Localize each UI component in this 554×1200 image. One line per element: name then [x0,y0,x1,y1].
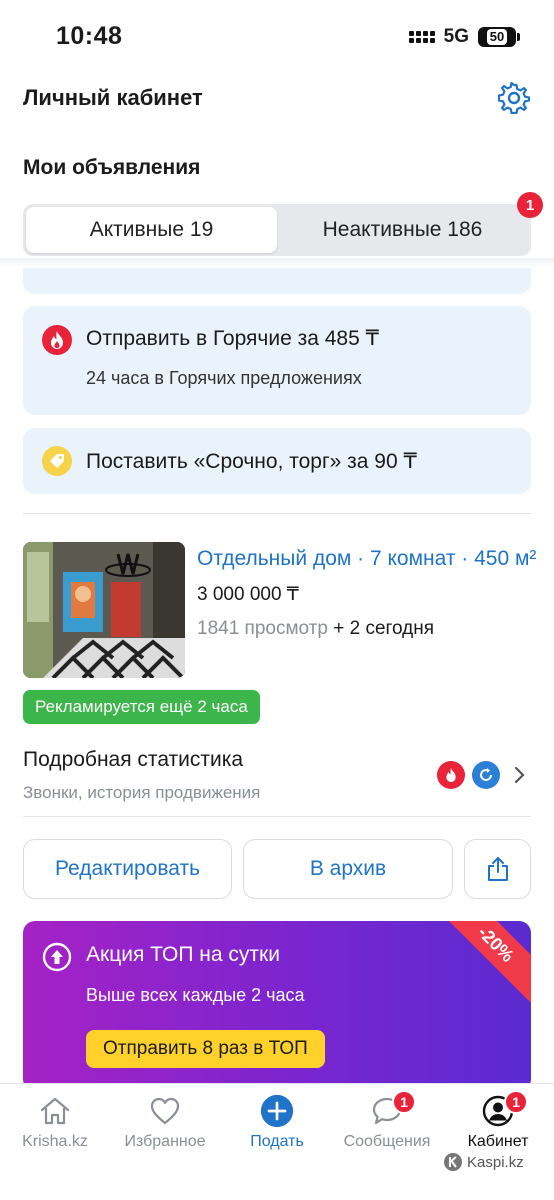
tab-inactive-badge: 1 [517,192,543,218]
tab-messages-badge: 1 [392,1090,416,1114]
views-today: + 2 сегодня [333,618,435,639]
signal-icon [408,31,435,43]
tab-cabinet-label: Кабинет [467,1133,529,1150]
tab-messages[interactable]: 1 Сообщения [332,1084,442,1164]
tab-active[interactable]: Активные 19 [26,207,277,253]
watermark-text: Kaspi.kz [467,1153,524,1171]
arrow-up-icon [42,942,72,972]
network-label: 5G [443,26,469,47]
status-bar: 10:48 5G 50 [0,0,554,70]
status-time: 10:48 [56,22,123,50]
top-banner-title: Акция ТОП на сутки [86,943,280,966]
home-icon [38,1094,72,1128]
edit-button[interactable]: Редактировать [23,839,232,899]
stats-subtitle: Звонки, история продвижения [23,783,261,802]
tab-cabinet-badge: 1 [504,1090,528,1114]
bottom-tabbar: Krisha.kz Избранное Подать 1 Сообщения 1… [0,1083,554,1200]
listing-status-tabs: Активные 19 Неактивные 186 1 [23,192,543,256]
tab-messages-label: Сообщения [343,1133,431,1150]
battery-level: 50 [486,29,508,45]
plus-icon [260,1094,294,1128]
tab-home[interactable]: Krisha.kz [0,1084,110,1164]
share-button[interactable] [464,839,531,899]
tab-inactive[interactable]: Неактивные 186 [277,207,528,253]
chevron-right-icon[interactable] [512,763,528,787]
fire-icon [42,325,72,355]
archive-button[interactable]: В архив [243,839,453,899]
kaspi-watermark: Kaspi.kz [443,1152,524,1172]
tab-favorites-label: Избранное [124,1133,206,1150]
battery-icon: 50 [478,27,520,47]
promo-hot-subtitle: 24 часа в Горячих предложениях [86,368,362,388]
section-title: Мои объявления [23,156,201,179]
refresh-icon [472,761,500,789]
promo-hot-title: Отправить в Горячие за 485 ₸ [86,327,379,350]
send-top-button[interactable]: Отправить 8 раз в ТОП [86,1030,325,1068]
tab-post[interactable]: Подать [222,1084,332,1164]
listing-title[interactable]: Отдельный дом · 7 комнат · 450 м² [197,547,537,571]
listing-price: 3 000 000 ₸ [197,584,299,605]
top-promo-banner[interactable]: Акция ТОП на сутки Выше всех каждые 2 ча… [23,921,531,1091]
listing-photo[interactable] [23,542,185,678]
status-indicators: 5G 50 [408,26,520,48]
stats-title[interactable]: Подробная статистика [23,748,243,772]
gear-icon[interactable] [498,82,530,114]
promo-card-partial [23,268,531,294]
divider [23,513,531,514]
price-tag-icon [42,446,72,476]
tab-home-label: Krisha.kz [22,1133,88,1150]
tab-post-label: Подать [250,1133,304,1150]
fire-icon [437,761,465,789]
listing-views: 1841 просмотр + 2 сегодня [197,618,434,640]
promo-urgent-card[interactable]: Поставить «Срочно, торг» за 90 ₸ [23,428,531,494]
views-total: 1841 просмотр [197,618,328,639]
page-title: Личный кабинет [23,85,203,110]
heart-icon [148,1094,182,1128]
ad-status-badge: Рекламируется ещё 2 часа [23,690,260,724]
tab-favorites[interactable]: Избранное [110,1084,220,1164]
divider [23,816,531,817]
scroll-shadow [0,258,554,268]
kaspi-logo-icon [444,1153,462,1171]
discount-ribbon: -20% [430,921,531,1010]
top-banner-subtitle: Выше всех каждые 2 часа [86,985,305,1005]
promo-urgent-title: Поставить «Срочно, торг» за 90 ₸ [86,450,417,473]
share-icon [487,857,508,881]
promo-hot-card[interactable]: Отправить в Горячие за 485 ₸ 24 часа в Г… [23,306,531,415]
active-services [437,761,500,789]
